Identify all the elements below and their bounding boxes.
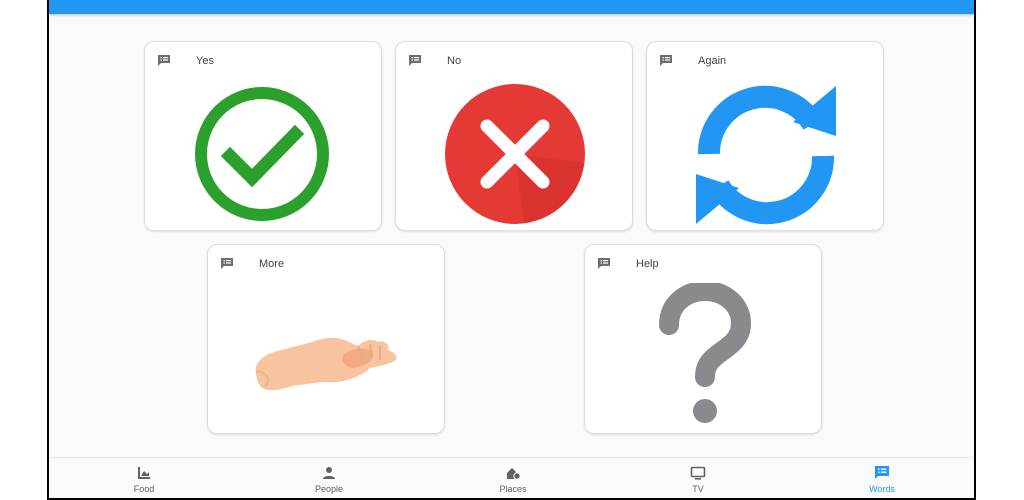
message-tag-icon xyxy=(221,258,233,269)
card-label: No xyxy=(447,55,462,67)
app-window: Yes No Again More Help Food People Place… xyxy=(47,0,976,500)
food-icon xyxy=(138,467,150,479)
card-label: Help xyxy=(636,258,659,270)
card-more[interactable]: More xyxy=(207,244,445,434)
nav-item-words[interactable]: Words xyxy=(822,458,942,498)
nav-item-food[interactable]: Food xyxy=(84,458,204,498)
message-tag-icon xyxy=(660,55,672,66)
person-icon xyxy=(323,467,335,479)
card-label: More xyxy=(259,258,285,270)
bottom-navigation: Food People Places TV Words xyxy=(49,457,974,498)
message-tag-icon xyxy=(158,55,170,66)
nav-item-tv[interactable]: TV xyxy=(638,458,758,498)
refresh-arrows-icon xyxy=(696,85,836,225)
message-tag-icon xyxy=(598,258,610,269)
question-mark-icon xyxy=(659,283,752,423)
places-icon xyxy=(507,468,521,480)
check-circle-icon xyxy=(195,87,329,221)
nav-item-places[interactable]: Places xyxy=(453,458,573,498)
tv-icon xyxy=(690,466,706,480)
card-again[interactable]: Again xyxy=(646,41,884,231)
card-label: Yes xyxy=(196,55,214,67)
open-hand-icon xyxy=(255,337,397,391)
nav-item-people[interactable]: People xyxy=(269,458,389,498)
card-help[interactable]: Help xyxy=(584,244,822,434)
words-icon xyxy=(875,466,889,479)
card-no[interactable]: No xyxy=(395,41,633,231)
app-bar xyxy=(49,0,974,14)
card-label: Again xyxy=(698,55,727,67)
cross-circle-icon xyxy=(445,84,585,224)
message-tag-icon xyxy=(409,55,421,66)
card-yes[interactable]: Yes xyxy=(144,41,382,231)
